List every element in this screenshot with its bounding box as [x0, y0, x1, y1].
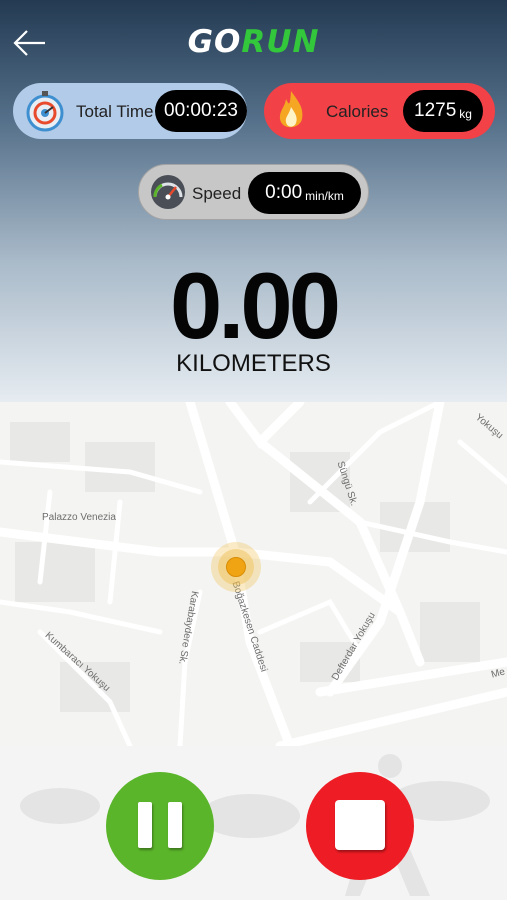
- street-label: Palazzo Venezia: [42, 512, 116, 523]
- calories-label: Calories: [326, 102, 389, 121]
- logo-run: RUN: [241, 24, 320, 60]
- flame-icon: [279, 91, 303, 128]
- distance-unit: KILOMETERS: [176, 350, 331, 377]
- total-time-pill: Total Time 00:00:23: [13, 83, 247, 139]
- calories-unit: kg: [459, 106, 472, 121]
- total-time-value: 00:00:23: [164, 100, 238, 121]
- pause-button[interactable]: [106, 772, 214, 880]
- app-logo: GORUN: [0, 24, 507, 60]
- calories-value-box: 1275 kg: [403, 90, 483, 132]
- controls-panel: [0, 746, 507, 900]
- speed-unit: min/km: [305, 188, 344, 203]
- speed-value-box: 0:00 min/km: [248, 172, 361, 214]
- stop-button[interactable]: [306, 772, 414, 880]
- stop-icon: [335, 800, 385, 850]
- distance-value: 0.00: [170, 253, 341, 358]
- calories-value: 1275: [414, 100, 457, 121]
- pause-icon: [168, 802, 182, 848]
- location-marker-icon: [211, 542, 261, 592]
- total-time-label: Total Time: [76, 102, 154, 121]
- pause-icon: [138, 802, 152, 848]
- stopwatch-icon: [26, 91, 64, 132]
- logo-go: GO: [187, 24, 242, 60]
- runner-background-graphic: [20, 754, 490, 896]
- speed-label: Speed: [192, 184, 242, 203]
- speed-pill: Speed 0:00 min/km: [138, 164, 369, 220]
- header-panel: GORUN Total Time 00:00:23 Calories 1275 k…: [0, 0, 507, 402]
- speed-value: 0:00: [265, 182, 303, 203]
- speedometer-icon: [151, 175, 185, 209]
- total-time-value-box: 00:00:23: [155, 90, 247, 132]
- calories-pill: Calories 1275 kg: [264, 83, 495, 139]
